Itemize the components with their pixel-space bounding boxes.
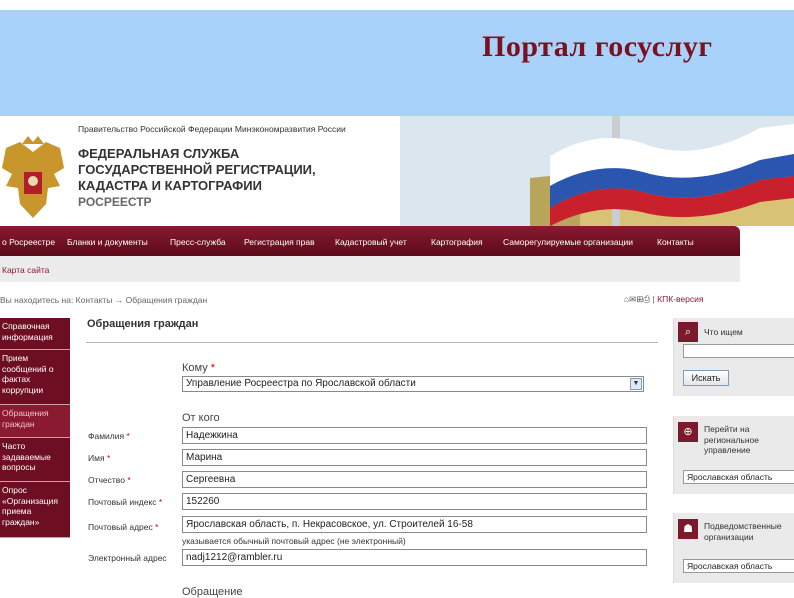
address-field[interactable]: Ярославская область, п. Некрасовское, ул… bbox=[182, 516, 647, 533]
subordinate-title: Подведомственные организации bbox=[704, 521, 782, 542]
from-section-label: От кого bbox=[182, 412, 220, 424]
agency-short-name: РОСРЕЕСТР bbox=[78, 195, 152, 209]
agency-name-line-3: КАДАСТРА И КАРТОГРАФИИ bbox=[78, 178, 262, 193]
email-label: Электронный адрес bbox=[88, 553, 167, 563]
banner-title: Портал госуслуг bbox=[482, 30, 713, 63]
page-tools: ⌂✉⊞⎙ | КПК-версия bbox=[624, 294, 704, 304]
subordinate-box: ☗ Подведомственные организации Ярославск… bbox=[673, 513, 794, 583]
lastname-label: Фамилия * bbox=[88, 431, 130, 441]
organizations-icon: ☗ bbox=[678, 519, 698, 539]
recipient-select-value: Управление Росреестра по Ярославской обл… bbox=[186, 378, 416, 389]
address-label: Почтовый адрес * bbox=[88, 522, 159, 532]
search-title: Что ищем bbox=[704, 327, 743, 337]
search-icon: ⌕ bbox=[678, 322, 698, 342]
to-section-label: Кому * bbox=[182, 362, 216, 374]
home-mail-print-icons[interactable]: ⌂✉⊞⎙ bbox=[624, 294, 650, 304]
top-navigation: о Росреестре Бланки и документы Пресс-сл… bbox=[0, 226, 740, 256]
slide-banner: Портал госуслуг bbox=[0, 10, 794, 116]
left-sidebar: Справочная информация Прием сообщений о … bbox=[0, 318, 70, 538]
breadcrumb[interactable]: Вы находитесь на: Контакты → Обращения г… bbox=[0, 295, 207, 305]
header-landscape-image bbox=[400, 116, 794, 226]
regional-select[interactable]: Ярославская область bbox=[683, 470, 794, 484]
nav-about[interactable]: о Росреестре bbox=[2, 237, 55, 247]
chevron-down-icon[interactable]: ▼ bbox=[630, 378, 642, 390]
search-button[interactable]: Искать bbox=[683, 370, 729, 386]
sidebar-item-survey[interactable]: Опрос «Организация приема граждан» bbox=[0, 482, 70, 538]
nav-forms[interactable]: Бланки и документы bbox=[67, 237, 148, 247]
region-map-icon: ⊕ bbox=[678, 422, 698, 442]
lastname-field[interactable]: Надежкина bbox=[182, 427, 647, 444]
coat-of-arms-icon bbox=[2, 136, 64, 218]
submenu-bar: Карта сайта bbox=[0, 256, 740, 282]
nav-sro[interactable]: Саморегулируемые организации bbox=[503, 237, 633, 247]
agency-name-line-2: ГОСУДАРСТВЕННОЙ РЕГИСТРАЦИИ, bbox=[78, 162, 316, 177]
appeal-section-label: Обращение bbox=[182, 586, 243, 598]
pda-version-link[interactable]: КПК-версия bbox=[657, 294, 703, 304]
nav-registration[interactable]: Регистрация прав bbox=[244, 237, 315, 247]
nav-cadastre[interactable]: Кадастровый учет bbox=[335, 237, 407, 247]
search-box: ⌕ Что ищем Искать bbox=[673, 318, 794, 396]
sitemap-link[interactable]: Карта сайта bbox=[2, 265, 49, 275]
patronymic-label: Отчество * bbox=[88, 475, 131, 485]
title-divider bbox=[86, 342, 658, 343]
nav-press[interactable]: Пресс-служба bbox=[170, 237, 226, 247]
nav-cartography[interactable]: Картография bbox=[431, 237, 483, 247]
sidebar-item-appeals[interactable]: Обращения граждан bbox=[0, 405, 70, 438]
nav-contacts[interactable]: Контакты bbox=[657, 237, 694, 247]
sidebar-item-faq[interactable]: Часто задаваемые вопросы bbox=[0, 438, 70, 482]
regional-title: Перейти на региональное управление bbox=[704, 424, 759, 455]
patronymic-field[interactable]: Сергеевна bbox=[182, 471, 647, 488]
postcode-field[interactable]: 152260 bbox=[182, 493, 647, 510]
recipient-select[interactable]: Управление Росреестра по Ярославской обл… bbox=[182, 376, 644, 392]
regional-box: ⊕ Перейти на региональное управление Яро… bbox=[673, 416, 794, 494]
sidebar-item-reference[interactable]: Справочная информация bbox=[0, 318, 70, 350]
agency-name-line-1: ФЕДЕРАЛЬНАЯ СЛУЖБА bbox=[78, 146, 240, 161]
site-header: Правительство Российской Федерации Минэк… bbox=[0, 116, 794, 226]
agency-name: ФЕДЕРАЛЬНАЯ СЛУЖБА ГОСУДАРСТВЕННОЙ РЕГИС… bbox=[78, 146, 316, 210]
search-input[interactable] bbox=[683, 344, 794, 358]
email-field[interactable]: nadj1212@rambler.ru bbox=[182, 549, 647, 566]
subordinate-select[interactable]: Ярославская область bbox=[683, 559, 794, 573]
address-hint: указывается обычный почтовый адрес (не э… bbox=[182, 536, 406, 546]
government-links[interactable]: Правительство Российской Федерации Минэк… bbox=[78, 124, 346, 134]
firstname-label: Имя * bbox=[88, 453, 111, 463]
sidebar-item-corruption[interactable]: Прием сообщений о фактах коррупции bbox=[0, 350, 70, 405]
postcode-label: Почтовый индекс * bbox=[88, 497, 163, 507]
page-title: Обращения граждан bbox=[87, 318, 199, 330]
firstname-field[interactable]: Марина bbox=[182, 449, 647, 466]
